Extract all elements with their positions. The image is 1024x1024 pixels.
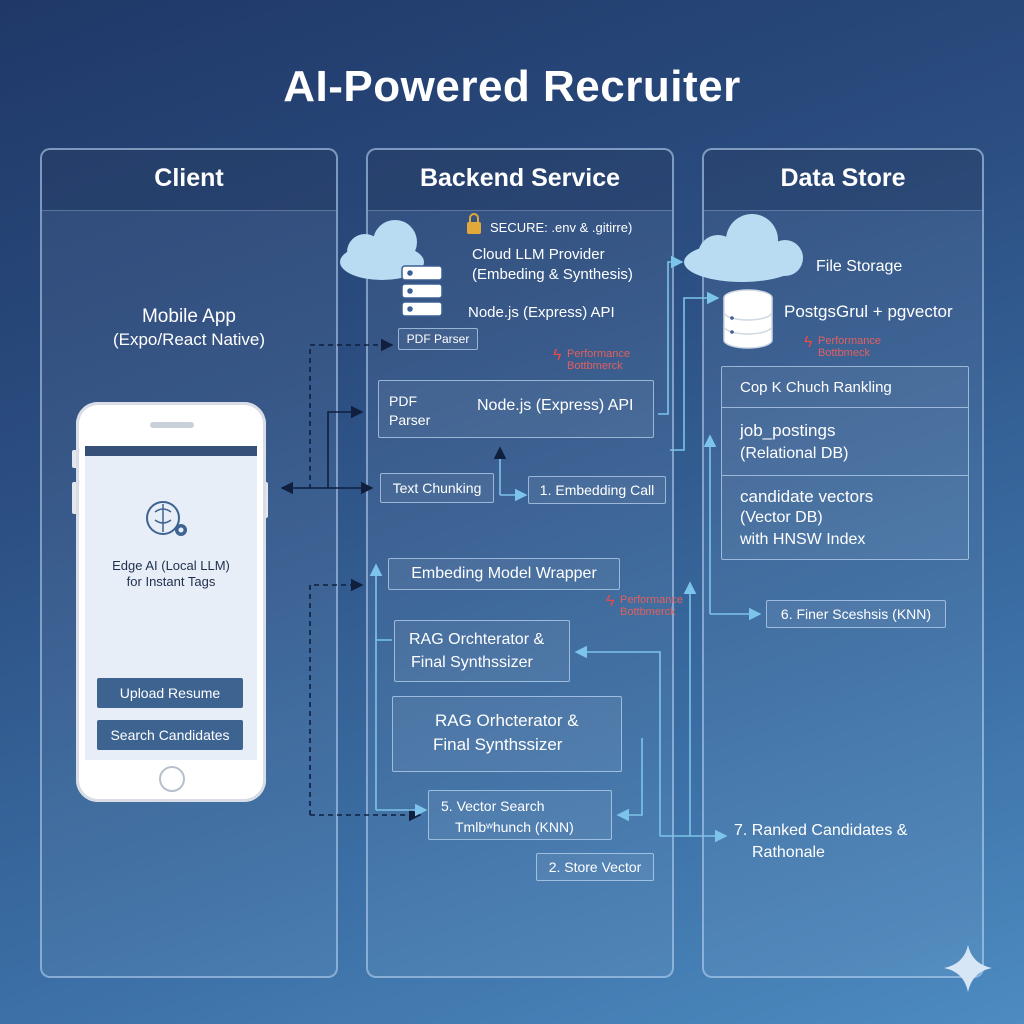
candidate-vectors-sub-label: (Vector DB) xyxy=(740,509,823,526)
ranked-candidates-label: 7. Ranked Candidates & xyxy=(734,822,908,839)
connector-to-api-box xyxy=(310,405,364,489)
vector-search-line2: Tmlbʷhunch (KNN) xyxy=(455,819,574,835)
home-button xyxy=(159,766,185,792)
vector-search-box: 5. Vector Search Tmlbʷhunch (KNN) xyxy=(428,790,612,840)
connector-api-to-file-storage xyxy=(658,255,684,415)
lightning-icon: ϟ xyxy=(606,593,615,610)
connector-wrapper-loop xyxy=(375,639,392,810)
cloud-llm-provider-label: Cloud LLM Provider xyxy=(472,246,605,263)
dashed-connector-phone-to-pdf-parser xyxy=(282,338,394,489)
brain-gear-icon xyxy=(146,501,187,536)
database-icon xyxy=(723,289,773,349)
embedding-call-box: 1. Embedding Call xyxy=(528,476,666,504)
edge-ai-label: Edge AI (Local LLM) xyxy=(112,558,230,573)
performance-bottleneck-warning-3: ϟ Performance Bottbmeck xyxy=(804,335,881,360)
performance-bottleneck-warning: ϟ Performance Bottbmerck xyxy=(553,348,630,373)
pdf-parser-api-box: PDF Parser Node.js (Express) API xyxy=(378,380,654,438)
dashed-connector-search-wrapper xyxy=(309,578,364,815)
rag-orchestrator-box-1: RAG Orchterator & Final Synthssizer xyxy=(394,620,570,682)
warning-line: Bottbmerck xyxy=(620,606,676,618)
mobile-app-sub-label: (Expo/React Native) xyxy=(112,330,266,349)
connector-api-to-postgres xyxy=(670,291,720,451)
phone-status-bar xyxy=(85,446,257,456)
candidate-vectors-label: candidate vectors xyxy=(740,487,874,506)
phone-screen: Edge AI (Local LLM) for Instant Tags Upl… xyxy=(85,446,257,760)
divider xyxy=(722,407,968,408)
warning-line: Performance xyxy=(567,348,630,360)
hnsw-index-label: with HNSW Index xyxy=(740,531,866,548)
phone-speaker xyxy=(150,422,194,428)
warning-line: Performance xyxy=(620,594,683,606)
ranked-candidates-sub-label: Rathonale xyxy=(752,844,825,861)
ranking-label: Cop K Chuch Rankling xyxy=(740,379,892,396)
warning-line: Bottbmerck xyxy=(567,360,623,372)
performance-bottleneck-warning-2: ϟ Performance Bottbmerck xyxy=(606,594,683,619)
file-storage-label: File Storage xyxy=(816,258,903,275)
lightning-icon: ϟ xyxy=(553,347,562,364)
cloud-icon-data xyxy=(684,214,803,282)
pdf-parser-small-box: PDF Parser xyxy=(398,328,478,350)
warning-line: Bottbmeck xyxy=(818,347,870,359)
vector-search-line1: 5. Vector Search xyxy=(441,798,545,814)
warning-line: Performance xyxy=(818,335,881,347)
secure-env-label: SECURE: .env & .gitirre) xyxy=(490,220,633,235)
pdf-parser-label-2: Parser xyxy=(389,412,431,428)
lock-icon xyxy=(467,213,481,234)
rag-orchestrator-box-2: RAG Orhcterator & Final Synthssizer xyxy=(392,696,622,772)
server-icon xyxy=(401,265,443,317)
rag-label-line2: Final Synthssizer xyxy=(433,735,563,754)
cloud-llm-provider-sub-label: (Embeding & Synthesis) xyxy=(472,266,633,283)
postgres-label: PostgsGrul + pgvector xyxy=(784,302,953,321)
job-postings-sub-label: (Relational DB) xyxy=(740,445,849,462)
rag-label-line1: RAG Orchterator & xyxy=(409,631,545,648)
pdf-parser-label: PDF xyxy=(389,393,417,409)
node-api-box-label: Node.js (Express) API xyxy=(477,397,634,414)
search-candidates-button[interactable]: Search Candidates xyxy=(97,720,243,750)
rag-label-line2: Final Synthssizer xyxy=(411,654,533,671)
store-vector-box: 2. Store Vector xyxy=(536,853,654,881)
finer-search-box: 6. Finer Sceshsis (KNN) xyxy=(766,600,946,628)
node-api-label: Node.js (Express) API xyxy=(468,304,615,321)
upload-resume-button[interactable]: Upload Resume xyxy=(97,678,243,708)
edge-ai-sub-label: for Instant Tags xyxy=(126,574,216,589)
sparkle-icon xyxy=(944,945,992,992)
text-chunking-box: Text Chunking xyxy=(380,473,494,503)
rag-label-line1: RAG Orhcterator & xyxy=(435,711,579,730)
mobile-app-label: Mobile App xyxy=(141,306,236,327)
db-tables-box: Cop K Chuch Rankling job_postings (Relat… xyxy=(721,366,969,560)
lightning-icon: ϟ xyxy=(804,334,813,351)
divider xyxy=(722,475,968,476)
phone-mockup: Edge AI (Local LLM) for Instant Tags Upl… xyxy=(76,402,266,802)
job-postings-label: job_postings xyxy=(740,421,836,440)
embedding-model-wrapper-box: Embeding Model Wrapper xyxy=(388,558,620,590)
